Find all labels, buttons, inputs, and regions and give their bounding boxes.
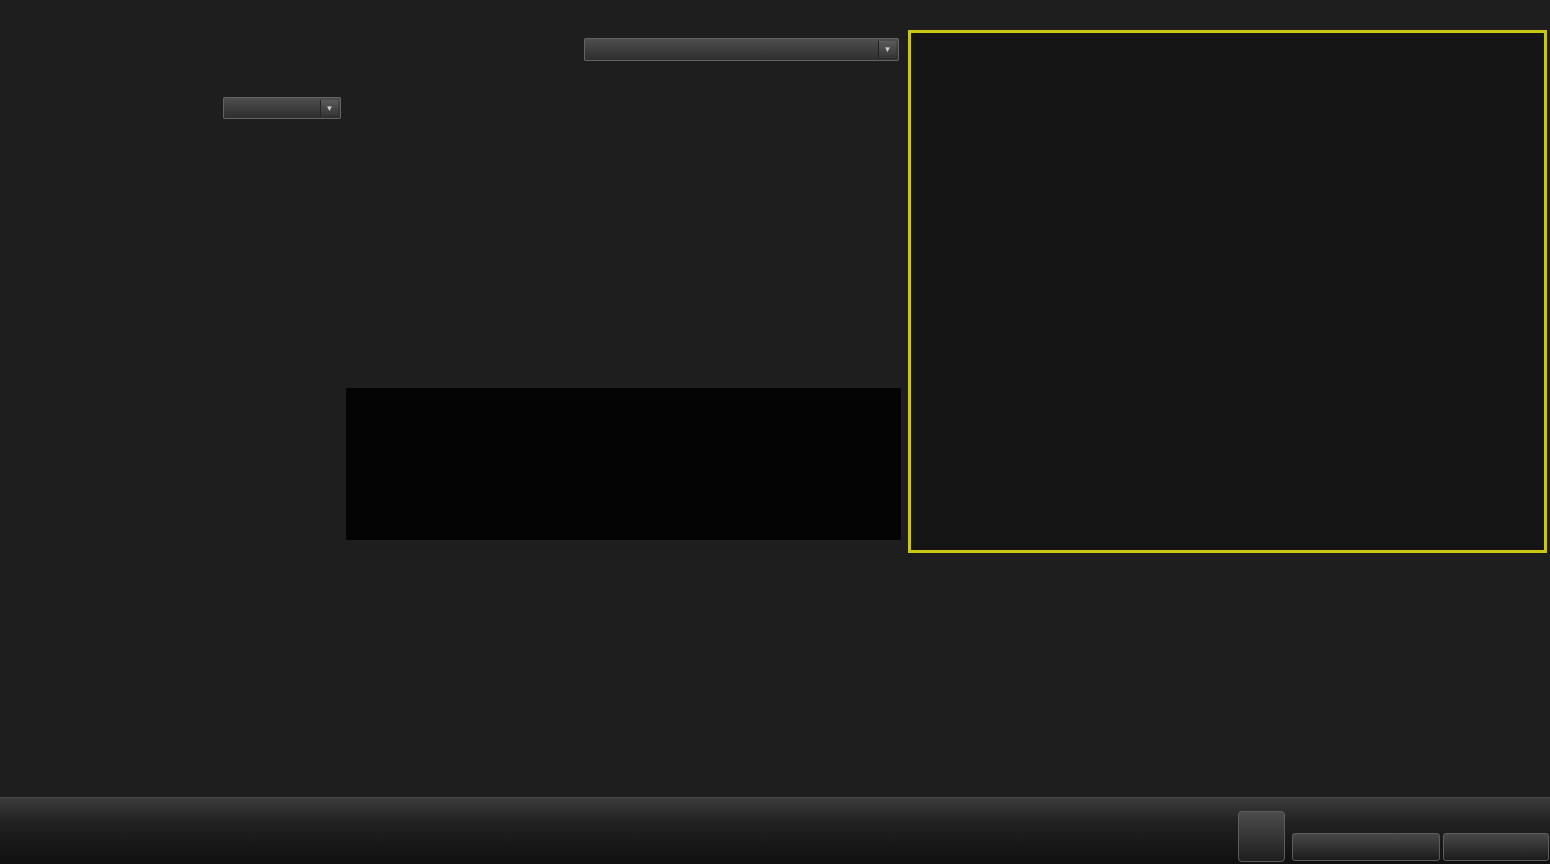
delta-l-chart xyxy=(343,92,523,387)
next-button[interactable] xyxy=(1443,833,1549,861)
levels-dropdown[interactable]: ▼ xyxy=(584,38,899,61)
delta-h-chart xyxy=(713,92,893,387)
bottom-bar xyxy=(0,797,1550,864)
delta-c-chart xyxy=(528,92,708,387)
current-patch-swatch xyxy=(5,826,41,862)
deltae2000-chart xyxy=(0,146,335,541)
rgb-balance-chart xyxy=(292,585,582,790)
chevron-down-icon: ▼ xyxy=(320,100,338,116)
target-row-label xyxy=(350,461,362,509)
calibration-app: ▼ ▼ xyxy=(0,0,1550,864)
de-formula-dropdown[interactable]: ▼ xyxy=(223,97,341,119)
actual-row-label xyxy=(350,401,362,449)
patch-window-button[interactable] xyxy=(1238,811,1285,862)
cie-diagram-panel xyxy=(908,30,1547,553)
chevron-down-icon: ▼ xyxy=(878,41,896,58)
back-button[interactable] xyxy=(1292,833,1440,861)
cie-diagram xyxy=(911,33,1544,550)
patch-comparison-panel xyxy=(346,388,901,540)
